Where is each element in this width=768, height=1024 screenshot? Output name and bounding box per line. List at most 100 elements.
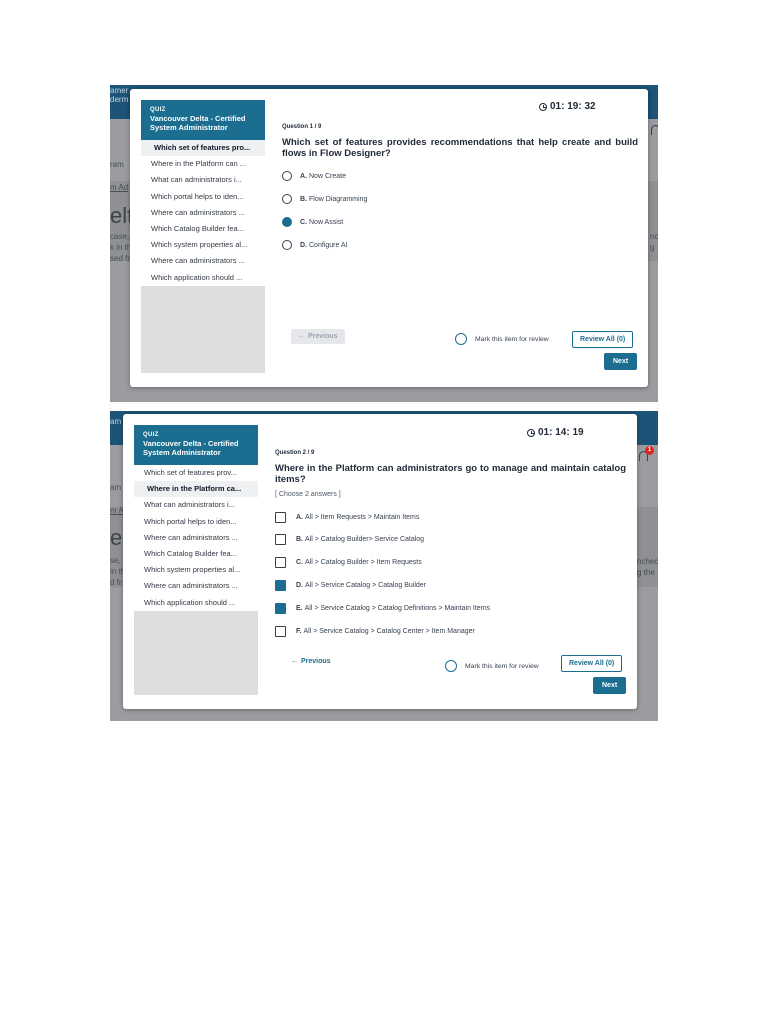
option-letter: B. xyxy=(300,195,307,203)
quiz-label: QUIZ xyxy=(150,107,166,113)
question-nav-item[interactable]: Where can administrators ... xyxy=(141,205,265,221)
clock-icon xyxy=(539,102,547,111)
answer-instruction: [ Choose 2 answers ] xyxy=(275,491,341,498)
radio-button-selected[interactable] xyxy=(282,217,292,227)
question-nav-item[interactable]: Where can administrators ... xyxy=(141,253,265,269)
question-list: Which set of features prov... Where in t… xyxy=(134,465,258,611)
question-nav-item[interactable]: Where can administrators ... xyxy=(134,578,258,594)
question-nav-item[interactable]: Which Catalog Builder fea... xyxy=(134,546,258,562)
bg-text: am xyxy=(110,483,122,492)
question-nav-item[interactable]: What can administrators i... xyxy=(134,497,258,513)
previous-button[interactable]: ← Previous xyxy=(291,329,345,344)
answer-option-a[interactable]: A. Now Create xyxy=(282,171,346,181)
option-text: Now Assist xyxy=(309,218,344,226)
option-letter: F. xyxy=(296,628,302,635)
question-nav-item[interactable]: Which application should ... xyxy=(141,270,265,286)
answer-option-d[interactable]: D. All > Service Catalog > Catalog Build… xyxy=(275,580,426,591)
checkbox[interactable] xyxy=(275,557,286,568)
checkbox-checked[interactable] xyxy=(275,580,286,591)
quiz-title: Vancouver Delta - Certified System Admin… xyxy=(150,114,246,132)
question-number: Question 2 / 9 xyxy=(275,450,315,456)
clock-icon xyxy=(527,428,535,437)
option-text: All > Catalog Builder> Service Catalog xyxy=(305,536,425,543)
bg-text: g the xyxy=(637,568,655,577)
screenshot-1: amer derm ram m Ad elt case, k in th sed… xyxy=(110,85,658,402)
question-nav-item[interactable]: Which set of features pro... xyxy=(141,140,265,157)
option-letter: D. xyxy=(296,582,303,589)
radio-button[interactable] xyxy=(282,240,292,250)
checkbox[interactable] xyxy=(275,512,286,523)
answer-option-a[interactable]: A. All > Item Requests > Maintain Items xyxy=(275,512,419,523)
previous-label: Previous xyxy=(308,333,338,340)
arrow-left-icon: ← xyxy=(298,333,305,340)
notification-badge: 1 xyxy=(645,446,654,455)
answer-option-f[interactable]: F. All > Service Catalog > Catalog Cente… xyxy=(275,626,475,637)
quiz-label: QUIZ xyxy=(143,432,159,438)
arrow-left-icon: ← xyxy=(291,658,298,665)
answer-option-c[interactable]: C. All > Catalog Builder > Item Requests xyxy=(275,557,422,568)
review-all-button[interactable]: Review All (0) xyxy=(572,331,634,348)
question-nav-item[interactable]: Which set of features prov... xyxy=(134,465,258,481)
review-all-button[interactable]: Review All (0) xyxy=(561,655,623,672)
answer-option-d[interactable]: D. Configure AI xyxy=(282,240,348,250)
bg-text: nc xyxy=(650,232,658,241)
question-text: Where in the Platform can administrators… xyxy=(275,463,626,485)
bg-text: ram xyxy=(110,160,124,169)
question-number: Question 1 / 9 xyxy=(282,124,322,130)
bell-icon[interactable] xyxy=(651,125,658,135)
mark-for-review[interactable]: Mark this item for review xyxy=(455,333,549,345)
option-letter: D. xyxy=(300,241,307,249)
question-nav-item[interactable]: Where in the Platform ca... xyxy=(134,481,258,498)
question-list: Which set of features pro... Where in th… xyxy=(141,140,265,286)
radio-button[interactable] xyxy=(282,171,292,181)
answer-option-b[interactable]: B. All > Catalog Builder> Service Catalo… xyxy=(275,534,424,545)
quiz-header: QUIZ Vancouver Delta - Certified System … xyxy=(134,425,258,465)
question-nav-item[interactable]: Which portal helps to iden... xyxy=(141,189,265,205)
option-text: Configure AI xyxy=(309,241,348,249)
bg-text: se, xyxy=(110,556,121,565)
option-text: All > Catalog Builder > Item Requests xyxy=(305,559,422,566)
question-nav-item[interactable]: Which portal helps to iden... xyxy=(134,514,258,530)
mark-review-toggle[interactable] xyxy=(455,333,467,345)
bg-text: amer xyxy=(110,86,129,95)
bg-text: nchec xyxy=(637,557,658,566)
option-letter: B. xyxy=(296,536,303,543)
option-text: All > Service Catalog > Catalog Definiti… xyxy=(304,605,491,612)
bg-text: case, xyxy=(110,232,130,241)
mark-review-label: Mark this item for review xyxy=(475,335,549,343)
option-letter: A. xyxy=(296,514,303,521)
answer-option-c[interactable]: C. Now Assist xyxy=(282,217,343,227)
quiz-modal: QUIZ Vancouver Delta - Certified System … xyxy=(123,414,637,709)
bg-text: g xyxy=(650,243,655,252)
answer-option-e[interactable]: E. All > Service Catalog > Catalog Defin… xyxy=(275,603,490,614)
timer-value: 01: 19: 32 xyxy=(550,101,596,112)
radio-button[interactable] xyxy=(282,194,292,204)
next-button[interactable]: Next xyxy=(593,677,627,694)
option-letter: C. xyxy=(296,559,303,566)
screenshot-2: am am m Ad elt se, in th d fr nchec g th… xyxy=(110,411,658,721)
bg-text: d fr xyxy=(110,578,122,587)
option-text: Flow Diagramming xyxy=(309,195,368,203)
quiz-sidebar: QUIZ Vancouver Delta - Certified System … xyxy=(141,100,265,373)
question-nav-item[interactable]: Where can administrators ... xyxy=(134,530,258,546)
checkbox[interactable] xyxy=(275,534,286,545)
question-nav-item[interactable]: Which application should ... xyxy=(134,595,258,611)
next-button[interactable]: Next xyxy=(604,353,638,370)
bg-text: derm xyxy=(110,95,129,104)
timer: 01: 19: 32 xyxy=(539,101,596,112)
mark-for-review[interactable]: Mark this item for review xyxy=(445,660,539,672)
bg-text: sed fr xyxy=(110,254,131,263)
option-text: Now Create xyxy=(309,172,346,180)
previous-label: Previous xyxy=(301,658,331,665)
question-nav-item[interactable]: What can administrators i... xyxy=(141,172,265,188)
quiz-title: Vancouver Delta - Certified System Admin… xyxy=(143,439,239,457)
answer-option-b[interactable]: B. Flow Diagramming xyxy=(282,194,367,204)
question-nav-item[interactable]: Which Catalog Builder fea... xyxy=(141,221,265,237)
mark-review-toggle[interactable] xyxy=(445,660,457,672)
checkbox[interactable] xyxy=(275,626,286,637)
previous-button[interactable]: ← Previous xyxy=(291,658,331,665)
question-nav-item[interactable]: Where in the Platform can ... xyxy=(141,156,265,172)
checkbox-checked[interactable] xyxy=(275,603,286,614)
question-nav-item[interactable]: Which system properties al... xyxy=(141,237,265,253)
question-nav-item[interactable]: Which system properties al... xyxy=(134,562,258,578)
